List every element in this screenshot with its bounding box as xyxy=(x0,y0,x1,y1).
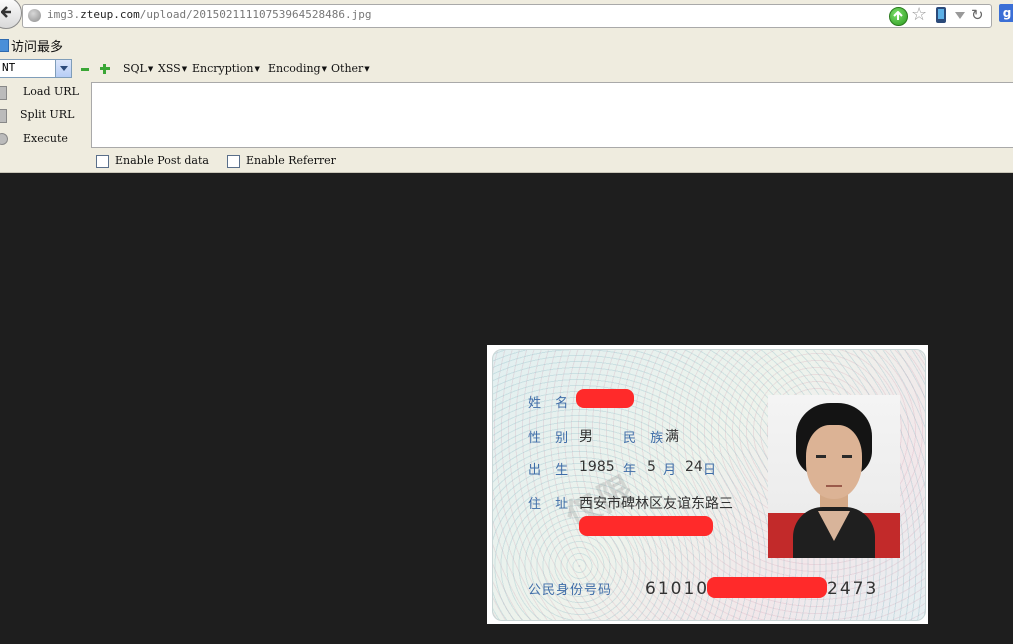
browser-chrome: img3.zteup.com/upload/201502111107539645… xyxy=(0,0,1013,173)
viewed-image: 仅限 姓 名 性 别 男 民 族 满 出 生 1985 年 5 月 24 日 住… xyxy=(487,345,928,624)
id-number-suffix: 2473 xyxy=(827,579,879,599)
url-text[interactable]: img3.zteup.com/upload/201502111107539645… xyxy=(47,8,372,21)
hackbar-select[interactable]: NT xyxy=(0,59,72,78)
ethnicity-value: 满 xyxy=(665,429,679,445)
execute-icon xyxy=(0,133,8,145)
site-identity-icon[interactable] xyxy=(28,9,41,22)
name-label: 姓 名 xyxy=(528,396,574,411)
photo-left-eye xyxy=(816,455,826,458)
id-number-redaction xyxy=(707,577,827,598)
url-textarea[interactable] xyxy=(91,82,1013,148)
menu-xss[interactable]: XSS▼ xyxy=(158,62,187,75)
referrer-label[interactable]: Enable Referrer xyxy=(246,154,336,167)
mobile-icon[interactable] xyxy=(936,7,946,23)
id-card: 仅限 姓 名 性 别 男 民 族 满 出 生 1985 年 5 月 24 日 住… xyxy=(492,349,926,621)
go-icon[interactable] xyxy=(889,7,908,26)
chevron-down-icon[interactable] xyxy=(55,60,71,77)
menu-encryption[interactable]: Encryption▼ xyxy=(192,62,260,75)
post-data-label[interactable]: Enable Post data xyxy=(115,154,209,167)
load-url-button[interactable]: Load URL xyxy=(23,85,79,98)
gender-value: 男 xyxy=(579,429,593,445)
decrease-icon[interactable] xyxy=(81,68,89,71)
id-number-prefix: 61010 xyxy=(645,579,710,599)
reload-icon[interactable]: ↻ xyxy=(971,6,984,24)
hackbar-select-value: NT xyxy=(2,61,16,74)
gender-label: 性 别 xyxy=(528,431,574,446)
address-value: 西安市碑林区友谊东路三 xyxy=(579,496,733,512)
ethnicity-label: 民 族 xyxy=(623,431,669,446)
referrer-checkbox[interactable] xyxy=(227,155,240,168)
split-url-button[interactable]: Split URL xyxy=(20,108,74,121)
photo-right-eye xyxy=(842,455,852,458)
birth-label: 出 生 xyxy=(528,463,574,478)
back-button[interactable] xyxy=(0,0,22,29)
address-redaction xyxy=(579,516,713,536)
photo-face xyxy=(806,425,862,499)
menu-sql[interactable]: SQL▼ xyxy=(123,62,153,75)
back-arrow-icon xyxy=(1,6,11,18)
history-dropdown-icon[interactable] xyxy=(955,12,965,19)
increase-icon[interactable] xyxy=(100,64,110,74)
address-bar[interactable]: img3.zteup.com/upload/201502111107539645… xyxy=(22,4,992,28)
execute-button[interactable]: Execute xyxy=(23,132,68,145)
month-unit: 月 xyxy=(663,463,682,478)
menu-encoding[interactable]: Encoding▼ xyxy=(268,62,327,75)
search-engine-icon[interactable]: g xyxy=(999,4,1013,22)
bookmark-star-icon[interactable]: ☆ xyxy=(911,5,927,25)
post-data-checkbox[interactable] xyxy=(96,155,109,168)
birth-day: 24 xyxy=(685,459,703,475)
birth-year: 1985 xyxy=(579,459,615,475)
split-url-icon xyxy=(0,109,7,123)
photo-mouth xyxy=(826,485,842,487)
load-url-icon xyxy=(0,86,7,100)
menu-other[interactable]: Other▼ xyxy=(331,62,370,75)
birth-month: 5 xyxy=(647,459,656,475)
id-number-label: 公民身份号码 xyxy=(528,583,613,598)
name-redaction xyxy=(576,389,634,408)
bookmark-most-visited[interactable]: 访问最多 xyxy=(11,36,63,55)
day-unit: 日 xyxy=(703,463,722,478)
portrait-photo xyxy=(768,395,900,558)
year-unit: 年 xyxy=(623,463,642,478)
address-label: 住 址 xyxy=(528,497,574,512)
bookmark-folder-icon xyxy=(0,39,9,52)
